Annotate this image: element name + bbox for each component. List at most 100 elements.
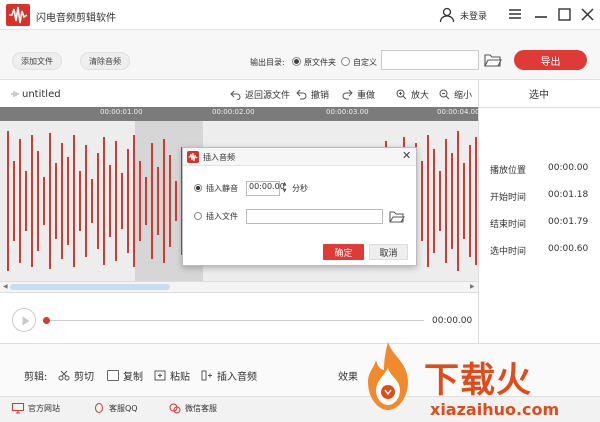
dialog-folder-icon[interactable] bbox=[389, 210, 405, 223]
insert-silence-label: 插入静音 bbox=[206, 184, 238, 193]
waveform-bar bbox=[151, 143, 153, 259]
progress-handle[interactable] bbox=[43, 317, 50, 324]
paste-label: 粘贴 bbox=[170, 372, 190, 383]
back-icon bbox=[230, 90, 241, 100]
waveform-bar bbox=[43, 177, 45, 225]
insert-audio-button[interactable]: 插入音频 bbox=[201, 368, 257, 383]
app-logo-icon bbox=[6, 4, 30, 26]
zoom-in-icon bbox=[396, 89, 407, 100]
back-to-source-label: 返回源文件 bbox=[245, 91, 291, 101]
watermark-text: 下载火 bbox=[424, 361, 533, 401]
selected-duration-label: 选中时间 bbox=[490, 247, 527, 257]
redo-button[interactable]: 重做 bbox=[342, 88, 375, 101]
waveform-bar bbox=[463, 163, 465, 239]
progress-track[interactable] bbox=[46, 320, 424, 321]
zoom-out-label: 缩小 bbox=[454, 91, 473, 101]
waveform-bar bbox=[133, 135, 135, 267]
output-path-input[interactable] bbox=[381, 50, 479, 70]
paste-button[interactable]: 粘贴 bbox=[154, 368, 190, 383]
insert-file-label: 插入文件 bbox=[206, 212, 238, 221]
wechat-icon bbox=[169, 403, 181, 414]
menu-icon[interactable] bbox=[506, 5, 524, 23]
ok-button[interactable]: 确定 bbox=[323, 244, 364, 260]
radio-source-folder-label: 原文件夹 bbox=[304, 58, 336, 67]
waveform-bar bbox=[31, 135, 33, 267]
waveform-bar bbox=[145, 177, 147, 225]
insert-audio-icon bbox=[201, 370, 212, 381]
audio-file-icon bbox=[11, 90, 19, 98]
waveform-bar bbox=[97, 153, 99, 249]
player-bar bbox=[0, 293, 478, 343]
close-icon[interactable] bbox=[578, 5, 596, 23]
zoom-out-button[interactable]: 缩小 bbox=[439, 88, 472, 101]
radio-source-folder[interactable] bbox=[292, 57, 301, 66]
waveform-bar bbox=[127, 149, 129, 253]
redo-label: 重做 bbox=[357, 91, 376, 101]
insert-file-input[interactable] bbox=[246, 209, 383, 224]
waveform-bar bbox=[139, 161, 141, 241]
waveform-bar bbox=[109, 165, 111, 237]
waveform-bar bbox=[457, 131, 459, 271]
login-status-link[interactable]: 未登录 bbox=[460, 9, 487, 22]
waveform-bar bbox=[37, 151, 39, 251]
silence-duration-input[interactable]: 00:00.00 bbox=[246, 181, 285, 196]
clear-audio-button[interactable]: 清除音频 bbox=[80, 52, 130, 70]
tick-label: 00:00:03.00 bbox=[326, 108, 369, 116]
scroll-right-icon[interactable]: ▶ bbox=[470, 283, 475, 290]
qq-support-link[interactable]: 客服QQ bbox=[93, 403, 138, 414]
waveform-bar bbox=[169, 155, 171, 247]
official-website-link[interactable]: 官方网站 bbox=[12, 403, 60, 414]
radio-insert-file[interactable] bbox=[194, 212, 202, 220]
undo-label: 撤销 bbox=[311, 91, 330, 101]
end-time-value: 00:01.79 bbox=[548, 217, 589, 227]
wechat-support-label: 微信客服 bbox=[185, 404, 217, 413]
waveform-bar bbox=[7, 131, 9, 271]
waveform-bar bbox=[121, 173, 123, 229]
paste-icon bbox=[154, 370, 166, 381]
wechat-support-link[interactable]: 微信客服 bbox=[169, 403, 217, 414]
cut-button[interactable]: 剪切 bbox=[58, 368, 94, 383]
radio-insert-silence[interactable] bbox=[194, 184, 202, 192]
maximize-icon[interactable] bbox=[555, 5, 573, 23]
waveform-bar bbox=[49, 133, 51, 269]
copy-button[interactable]: 复制 bbox=[107, 368, 143, 383]
waveform-bar bbox=[427, 135, 429, 267]
start-time-label: 开始时间 bbox=[490, 193, 527, 203]
play-position-label: 播放位置 bbox=[490, 166, 527, 176]
play-button[interactable] bbox=[12, 308, 36, 332]
scroll-left-icon[interactable]: ◀ bbox=[3, 283, 8, 290]
export-button[interactable]: 导出 bbox=[514, 50, 587, 70]
qq-icon bbox=[95, 403, 103, 413]
radio-custom[interactable] bbox=[341, 57, 350, 66]
zoom-in-button[interactable]: 放大 bbox=[396, 88, 429, 101]
waveform-bar bbox=[25, 171, 27, 231]
waveform-bar bbox=[103, 137, 105, 265]
undo-icon bbox=[296, 89, 307, 100]
play-icon bbox=[22, 316, 30, 326]
undo-button[interactable]: 撤销 bbox=[296, 88, 329, 101]
minimize-icon[interactable] bbox=[532, 5, 550, 23]
user-icon[interactable] bbox=[438, 6, 456, 24]
cut-label: 剪切 bbox=[74, 372, 94, 383]
waveform-bar bbox=[157, 167, 159, 235]
tick-label: 00:00:01.00 bbox=[100, 108, 143, 116]
dialog-close-icon[interactable]: ✕ bbox=[402, 149, 411, 162]
back-to-source-button[interactable]: 返回源文件 bbox=[230, 88, 290, 101]
insert-audio-label: 插入音频 bbox=[217, 372, 257, 383]
scrollbar-thumb[interactable] bbox=[10, 284, 170, 290]
waveform-bar bbox=[79, 171, 81, 231]
output-dir-label: 输出目录: bbox=[250, 58, 285, 67]
unit-label: 分秒 bbox=[292, 184, 308, 193]
monitor-icon bbox=[12, 403, 24, 414]
start-time-value: 00:01.18 bbox=[548, 190, 589, 200]
time-readout: 00:00.00 bbox=[432, 316, 473, 326]
effects-button[interactable]: 效果 bbox=[338, 368, 358, 383]
play-position-value: 00:00.00 bbox=[548, 163, 589, 173]
selected-duration-value: 00:00.60 bbox=[548, 244, 589, 254]
add-file-button[interactable]: 添加文件 bbox=[12, 52, 62, 70]
duration-spinner[interactable]: ▲ ▼ bbox=[281, 181, 288, 196]
redo-icon bbox=[342, 89, 353, 100]
folder-icon[interactable] bbox=[484, 52, 502, 68]
cancel-button[interactable]: 取消 bbox=[369, 244, 408, 260]
waveform-bar bbox=[445, 139, 447, 263]
